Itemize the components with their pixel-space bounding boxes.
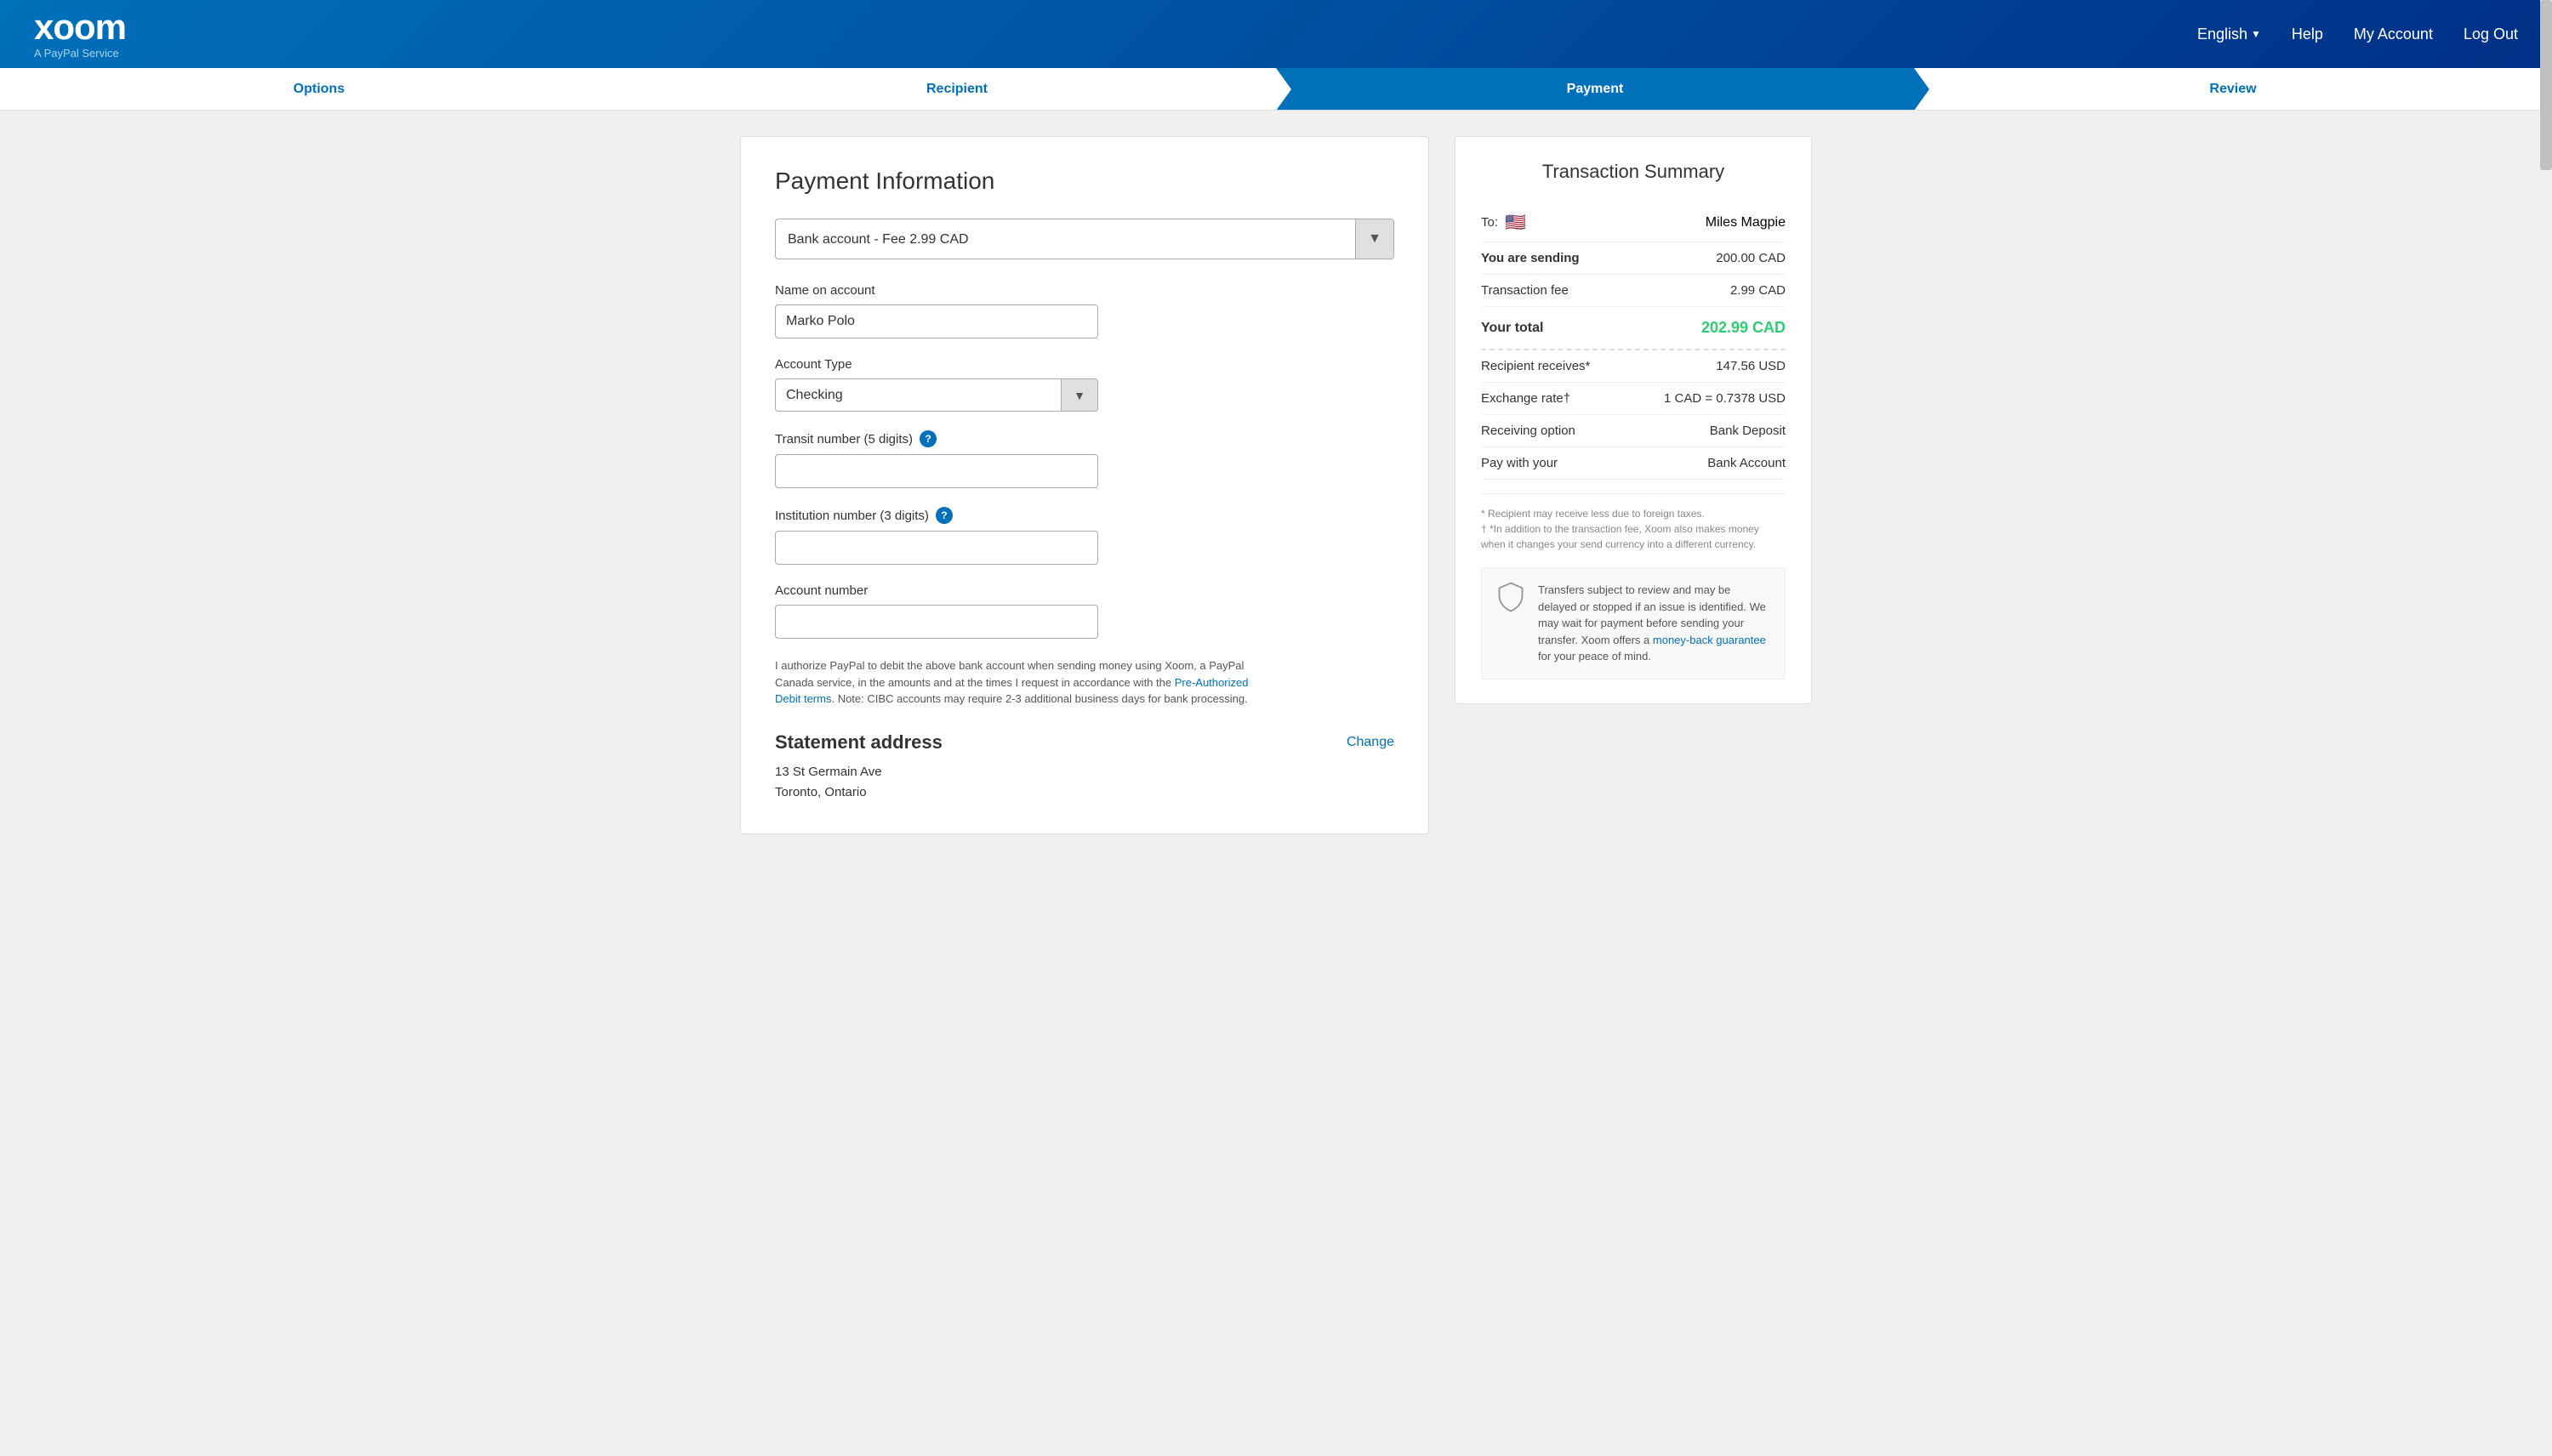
- payment-method-selector[interactable]: Bank account - Fee 2.99 CAD Credit card …: [775, 219, 1394, 259]
- breadcrumb-payment[interactable]: Payment: [1276, 68, 1914, 110]
- account-number-input[interactable]: [775, 605, 1098, 639]
- summary-row-receiving-option: Receiving option Bank Deposit: [1481, 415, 1786, 447]
- account-type-group: Account Type Checking Savings ▼: [775, 357, 1394, 412]
- account-number-label: Account number: [775, 583, 1394, 598]
- exchange-rate-value: 1 CAD = 0.7378 USD: [1664, 391, 1786, 406]
- payment-form-title: Payment Information: [775, 168, 1394, 195]
- footnotes: * Recipient may receive less due to fore…: [1481, 493, 1786, 552]
- recipient-receives-value: 147.56 USD: [1716, 359, 1786, 373]
- pay-with-value: Bank Account: [1707, 456, 1786, 470]
- exchange-rate-label: Exchange rate†: [1481, 391, 1570, 406]
- breadcrumb-recipient[interactable]: Recipient: [638, 68, 1276, 110]
- summary-title: Transaction Summary: [1481, 161, 1786, 183]
- transit-number-help-icon[interactable]: ?: [920, 430, 937, 447]
- institution-number-label: Institution number (3 digits): [775, 509, 929, 523]
- breadcrumb-review-label: Review: [2209, 82, 2256, 97]
- statement-header: Statement address Change: [775, 731, 1394, 754]
- recipient-receives-label: Recipient receives*: [1481, 359, 1590, 373]
- scrollbar-thumb[interactable]: [2540, 0, 2552, 170]
- institution-number-input[interactable]: [775, 531, 1098, 565]
- breadcrumb-review[interactable]: Review: [1914, 68, 2552, 110]
- breadcrumb-recipient-label: Recipient: [926, 82, 988, 97]
- institution-number-help-icon[interactable]: ?: [936, 507, 953, 524]
- guarantee-text2: for your peace of mind.: [1538, 650, 1651, 663]
- payment-form-panel: Payment Information Bank account - Fee 2…: [740, 136, 1429, 834]
- account-type-label: Account Type: [775, 357, 1394, 372]
- language-arrow-icon: ▼: [2251, 28, 2261, 40]
- my-account-link[interactable]: My Account: [2354, 26, 2433, 43]
- footnote2: † *In addition to the transaction fee, X…: [1481, 521, 1786, 552]
- name-on-account-input[interactable]: [775, 304, 1098, 338]
- auth-text-part2: . Note: CIBC accounts may require 2-3 ad…: [831, 692, 1247, 705]
- sending-value: 200.00 CAD: [1716, 251, 1786, 265]
- total-value: 202.99 CAD: [1701, 319, 1786, 337]
- payment-method-dropdown-arrow[interactable]: ▼: [1355, 219, 1393, 259]
- summary-row-total: Your total 202.99 CAD: [1481, 307, 1786, 350]
- receiving-option-value: Bank Deposit: [1710, 424, 1786, 438]
- address-text: 13 St Germain Ave Toronto, Ontario: [775, 762, 1394, 803]
- summary-row-pay-with: Pay with your Bank Account: [1481, 447, 1786, 480]
- breadcrumb-options-label: Options: [293, 82, 345, 97]
- statement-address-title: Statement address: [775, 731, 943, 754]
- account-type-select-input[interactable]: Checking Savings: [776, 379, 1061, 411]
- main-container: Payment Information Bank account - Fee 2…: [723, 136, 1829, 834]
- language-label: English: [2197, 26, 2247, 43]
- guarantee-text: Transfers subject to review and may be d…: [1538, 582, 1771, 665]
- breadcrumb-options[interactable]: Options: [0, 68, 638, 110]
- to-text: To:: [1481, 215, 1498, 230]
- logo-xoom: xoom: [34, 9, 126, 45]
- summary-row-exchange-rate: Exchange rate† 1 CAD = 0.7378 USD: [1481, 383, 1786, 415]
- transit-number-group: Transit number (5 digits) ?: [775, 430, 1394, 488]
- auth-text-part1: I authorize PayPal to debit the above ba…: [775, 659, 1244, 689]
- institution-number-label-row: Institution number (3 digits) ?: [775, 507, 1394, 524]
- transit-number-label: Transit number (5 digits): [775, 432, 913, 446]
- address-line1: 13 St Germain Ave: [775, 762, 1394, 782]
- authorization-text: I authorize PayPal to debit the above ba…: [775, 657, 1251, 708]
- fee-value: 2.99 CAD: [1730, 283, 1786, 298]
- institution-number-group: Institution number (3 digits) ?: [775, 507, 1394, 565]
- total-label: Your total: [1481, 321, 1543, 336]
- change-address-link[interactable]: Change: [1347, 735, 1394, 750]
- log-out-link[interactable]: Log Out: [2464, 26, 2518, 43]
- summary-row-fee: Transaction fee 2.99 CAD: [1481, 275, 1786, 307]
- address-line2: Toronto, Ontario: [775, 782, 1394, 803]
- account-number-group: Account number: [775, 583, 1394, 639]
- summary-row-recipient-receives: Recipient receives* 147.56 USD: [1481, 350, 1786, 383]
- name-on-account-label: Name on account: [775, 283, 1394, 298]
- summary-to-row: To: 🇺🇸 Miles Magpie: [1481, 203, 1786, 242]
- language-selector[interactable]: English ▼: [2197, 26, 2261, 43]
- recipient-name: Miles Magpie: [1706, 215, 1786, 230]
- payment-method-select-input[interactable]: Bank account - Fee 2.99 CAD Credit card: [776, 222, 1355, 257]
- money-back-guarantee-link[interactable]: money-back guarantee: [1653, 634, 1766, 646]
- transit-number-label-row: Transit number (5 digits) ?: [775, 430, 1394, 447]
- breadcrumb: Options Recipient Payment Review: [0, 68, 2552, 111]
- transaction-summary-panel: Transaction Summary To: 🇺🇸 Miles Magpie …: [1455, 136, 1812, 834]
- logo: xoom A PayPal Service: [34, 9, 126, 60]
- summary-row-sending: You are sending 200.00 CAD: [1481, 242, 1786, 275]
- pay-with-label: Pay with your: [1481, 456, 1558, 470]
- guarantee-box: Transfers subject to review and may be d…: [1481, 567, 1786, 680]
- summary-box: Transaction Summary To: 🇺🇸 Miles Magpie …: [1455, 136, 1812, 704]
- scrollbar-track: [2540, 0, 2552, 1456]
- receiving-option-label: Receiving option: [1481, 424, 1575, 438]
- account-type-selector[interactable]: Checking Savings ▼: [775, 378, 1098, 412]
- name-on-account-group: Name on account: [775, 283, 1394, 338]
- help-link[interactable]: Help: [2292, 26, 2323, 43]
- header-nav: English ▼ Help My Account Log Out: [2197, 26, 2518, 43]
- us-flag-icon: 🇺🇸: [1505, 212, 1526, 233]
- header: xoom A PayPal Service English ▼ Help My …: [0, 0, 2552, 68]
- breadcrumb-payment-label: Payment: [1567, 82, 1624, 97]
- fee-label: Transaction fee: [1481, 283, 1569, 298]
- sending-label: You are sending: [1481, 251, 1580, 265]
- account-type-dropdown-arrow[interactable]: ▼: [1061, 379, 1097, 411]
- logo-sub: A PayPal Service: [34, 47, 126, 60]
- statement-address-section: Statement address Change 13 St Germain A…: [775, 731, 1394, 803]
- footnote1: * Recipient may receive less due to fore…: [1481, 506, 1786, 521]
- to-label: To: 🇺🇸: [1481, 212, 1526, 233]
- shield-icon: [1495, 582, 1526, 612]
- transit-number-input[interactable]: [775, 454, 1098, 488]
